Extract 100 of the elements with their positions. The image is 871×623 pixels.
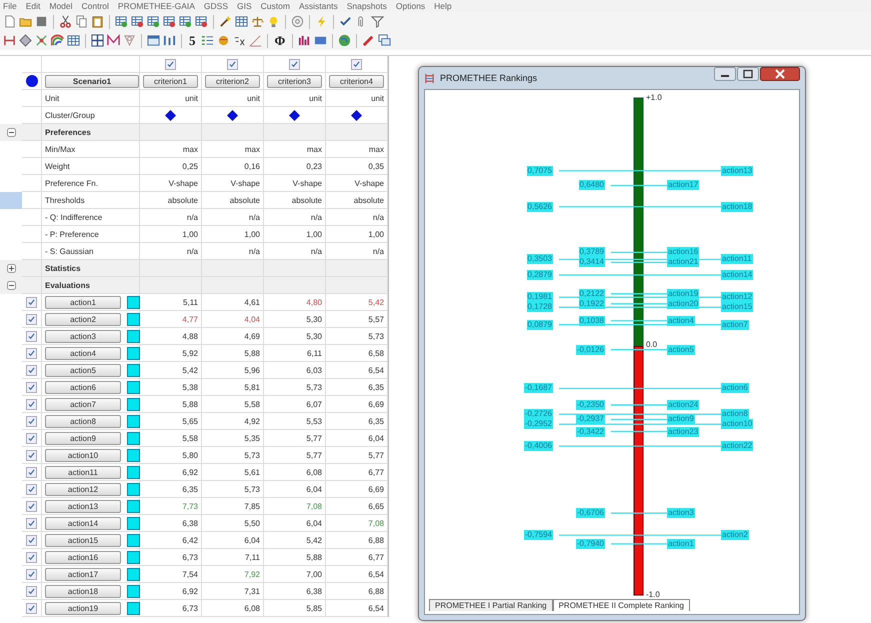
action-button[interactable]: action4 [45, 346, 121, 360]
checkbox[interactable] [165, 58, 176, 70]
bracket-icon[interactable] [3, 34, 16, 47]
checkbox[interactable] [26, 450, 37, 460]
color-swatch[interactable] [127, 584, 140, 598]
checkbox[interactable] [26, 602, 37, 614]
action-button[interactable]: action18 [45, 584, 121, 598]
action-button[interactable]: action1 [45, 296, 121, 308]
checkbox[interactable] [26, 534, 37, 546]
action-button[interactable]: action11 [45, 466, 121, 478]
menu-item[interactable]: GIS [237, 1, 252, 11]
color-swatch[interactable] [127, 550, 140, 564]
color-swatch[interactable] [127, 398, 140, 410]
pencil-icon[interactable] [362, 34, 376, 47]
bar-chart-icon[interactable] [298, 34, 312, 47]
table-plus-icon[interactable] [115, 15, 128, 28]
criterion-button[interactable]: criterion2 [205, 74, 260, 88]
check-icon[interactable] [339, 15, 352, 28]
collapse-icon[interactable] [6, 281, 16, 290]
color-swatch[interactable] [127, 432, 140, 444]
filter-icon[interactable] [371, 15, 384, 28]
menu-item[interactable]: File [3, 1, 17, 11]
checkbox[interactable] [26, 296, 37, 308]
table-minus-icon[interactable] [163, 15, 176, 28]
color-swatch[interactable] [127, 482, 140, 496]
action-button[interactable]: action12 [45, 482, 121, 496]
window-icon[interactable] [147, 34, 160, 47]
page-icon[interactable] [3, 15, 16, 28]
tab[interactable]: PROMETHEE I Partial Ranking [429, 599, 553, 611]
menu-item[interactable]: Edit [26, 1, 40, 11]
scenario-button[interactable]: Scenario1 [45, 74, 139, 88]
table-minus-icon[interactable] [131, 15, 144, 28]
checkbox[interactable] [351, 58, 362, 70]
copy-icon[interactable] [75, 15, 88, 28]
color-swatch[interactable] [127, 346, 140, 360]
zigzag-icon[interactable] [107, 34, 120, 47]
criterion-button[interactable]: criterion4 [329, 74, 384, 88]
menu-item[interactable]: Assistants [298, 1, 338, 11]
table-icon[interactable] [67, 34, 80, 47]
checkbox[interactable] [289, 58, 300, 70]
checkbox[interactable] [26, 382, 37, 392]
color-swatch[interactable] [127, 568, 140, 580]
grid-icon[interactable] [91, 34, 104, 47]
scales-icon[interactable] [251, 15, 264, 28]
action-button[interactable]: action17 [45, 568, 121, 580]
globe-icon[interactable] [338, 34, 352, 47]
checkbox[interactable] [26, 568, 37, 580]
checkbox[interactable] [26, 432, 37, 444]
screen-icon[interactable] [314, 34, 328, 47]
checkbox[interactable] [26, 500, 37, 512]
color-swatch[interactable] [127, 364, 140, 376]
ball-icon[interactable] [216, 34, 230, 47]
scissors-icon[interactable] [59, 15, 72, 28]
table-plus-icon[interactable] [179, 15, 192, 28]
criterion-button[interactable]: criterion1 [143, 74, 198, 88]
checkbox[interactable] [26, 314, 37, 324]
close-button[interactable] [760, 67, 800, 81]
action-button[interactable]: action9 [45, 432, 121, 444]
menu-item[interactable]: Custom [260, 1, 290, 11]
list-icon[interactable] [200, 34, 214, 47]
checkbox[interactable] [227, 58, 238, 70]
color-swatch[interactable] [127, 330, 140, 342]
checkbox[interactable] [26, 330, 37, 342]
color-swatch[interactable] [127, 602, 140, 614]
checkbox[interactable] [26, 398, 37, 410]
table-icon[interactable] [235, 15, 248, 28]
collapse-icon[interactable] [6, 128, 16, 137]
action-button[interactable]: action10 [45, 448, 121, 462]
checkbox[interactable] [26, 552, 37, 562]
table-minus-icon[interactable] [195, 15, 208, 28]
shield-icon[interactable] [123, 34, 136, 47]
action-button[interactable]: action2 [45, 312, 121, 326]
checkbox[interactable] [26, 586, 37, 596]
wand-icon[interactable] [219, 15, 232, 28]
menu-item[interactable]: GDSS [204, 1, 228, 11]
network-icon[interactable] [35, 34, 48, 47]
menu-item[interactable]: Snapshots [346, 1, 387, 11]
checkbox[interactable] [26, 466, 37, 478]
rainbow-icon[interactable] [51, 34, 64, 47]
action-button[interactable]: action8 [45, 414, 121, 428]
maximize-button[interactable] [737, 67, 759, 81]
color-swatch[interactable] [127, 312, 140, 326]
action-button[interactable]: action7 [45, 398, 121, 410]
action-button[interactable]: action3 [45, 330, 121, 342]
clipboard-icon[interactable] [91, 15, 104, 28]
color-swatch[interactable] [127, 534, 140, 546]
disc-icon[interactable] [291, 15, 304, 28]
action-button[interactable]: action15 [45, 534, 121, 546]
columns-icon[interactable] [163, 34, 176, 47]
checkbox[interactable] [26, 364, 37, 376]
color-swatch[interactable] [127, 414, 140, 428]
action-button[interactable]: action19 [45, 602, 121, 614]
block-icon[interactable] [35, 15, 48, 28]
menu-item[interactable]: Help [434, 1, 452, 11]
color-swatch[interactable] [127, 296, 140, 308]
action-button[interactable]: action6 [45, 380, 121, 394]
checkbox[interactable] [26, 484, 37, 494]
checkbox[interactable] [26, 518, 37, 528]
color-swatch[interactable] [127, 448, 140, 462]
windows-icon[interactable] [378, 34, 392, 47]
